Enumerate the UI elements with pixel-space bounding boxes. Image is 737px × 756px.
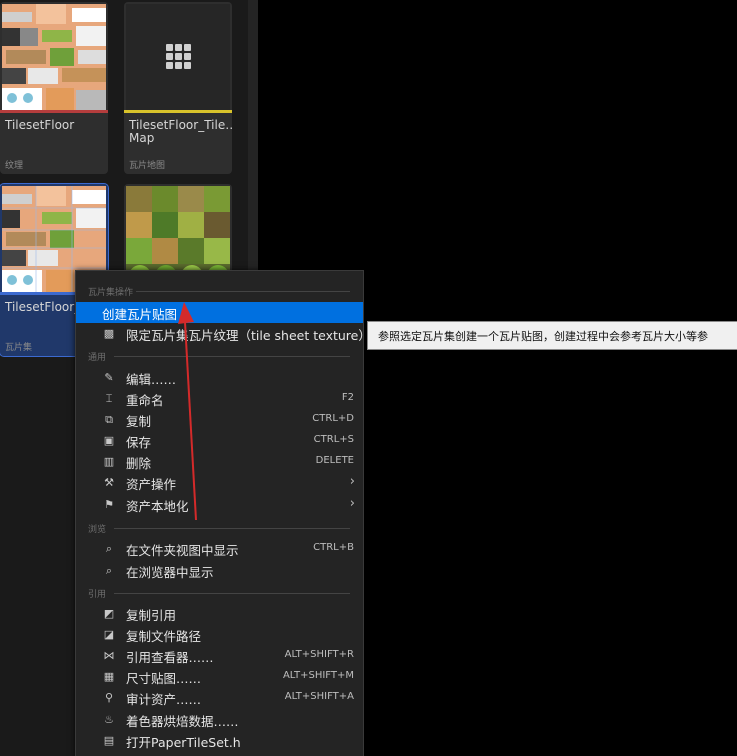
asset-type-label: 瓦片集: [5, 343, 33, 353]
tooltip: 参照选定瓦片集创建一个瓦片贴图，创建过程中会参考瓦片大小等参: [367, 321, 737, 350]
menu-item-save[interactable]: ▣ 保存 CTRL+S: [76, 430, 363, 451]
flag-icon: ⚑: [104, 498, 114, 511]
asset-type-label: 纹理: [5, 161, 24, 171]
menu-item-label: 着色器烘焙数据……: [126, 714, 239, 729]
menu-item-reference-viewer[interactable]: ⋈ 引用查看器…… ALT+SHIFT+R: [76, 645, 363, 666]
asset-type-bar: [124, 110, 232, 113]
menu-item-label: 审计资产……: [126, 692, 202, 707]
trash-icon: ▥: [103, 455, 115, 468]
menu-item-label: 限定瓦片集瓦片纹理（tile sheet texture）: [126, 328, 371, 343]
menu-item-label: 在浏览器中显示: [126, 565, 214, 580]
menu-item-rename[interactable]: ⌶ 重命名 F2: [76, 388, 363, 409]
menu-item-label: 引用查看器……: [126, 650, 214, 665]
reference-viewer-icon: ⋈: [103, 649, 115, 662]
duplicate-icon: ⧉: [105, 413, 113, 426]
menu-item-label: 在文件夹视图中显示: [126, 543, 239, 558]
section-header-browse: 浏览: [88, 525, 107, 535]
size-map-icon: ▦: [103, 670, 115, 683]
menu-item-label: 资产操作: [126, 477, 177, 492]
menu-item-copy-reference[interactable]: ◩ 复制引用: [76, 603, 363, 624]
menu-item-label: 复制引用: [126, 608, 177, 623]
folder-search-icon: ⌕: [105, 564, 113, 577]
audit-icon: ⚲: [104, 691, 114, 704]
shortcut-label: CTRL+B: [313, 542, 354, 553]
menu-item-open-source-file[interactable]: ▤ 打开PaperTileSet.h: [76, 730, 363, 751]
menu-item-label: 复制文件路径: [126, 629, 202, 644]
menu-item-limit-texture[interactable]: ▩ 限定瓦片集瓦片纹理（tile sheet texture）: [76, 323, 371, 344]
menu-item-label: 尺寸贴图……: [126, 671, 202, 686]
shortcut-label: DELETE: [315, 455, 354, 466]
menu-item-asset-localization[interactable]: ⚑ 资产本地化 ›: [76, 494, 363, 515]
asset-type-bar: [0, 110, 108, 113]
grid-icon: [166, 44, 192, 70]
screen: TilesetFloor 纹理 TilesetFloor_Tile… Map 瓦片…: [0, 0, 737, 756]
pencil-icon: ✎: [104, 371, 114, 384]
context-menu: 瓦片集操作 创建瓦片贴图 ▩ 限定瓦片集瓦片纹理（tile sheet text…: [75, 270, 371, 756]
tilemap-thumbnail: [126, 4, 230, 110]
shortcut-label: F2: [341, 392, 354, 403]
menu-item-label: 复制: [126, 414, 152, 429]
asset-type-label: 瓦片地图: [129, 161, 166, 171]
section-header-reference: 引用: [88, 590, 107, 600]
shortcut-label: CTRL+S: [313, 434, 354, 445]
menu-item-create-tile-map[interactable]: 创建瓦片贴图: [76, 302, 363, 323]
menu-item-edit[interactable]: ✎ 编辑……: [76, 367, 363, 388]
separator: [114, 356, 350, 357]
separator: [136, 291, 350, 292]
wrench-icon: ⚒: [104, 476, 114, 489]
copy-reference-icon: ◩: [103, 607, 115, 620]
rename-icon: ⌶: [105, 392, 113, 405]
asset-tile-texture[interactable]: TilesetFloor 纹理: [0, 2, 108, 174]
menu-item-duplicate[interactable]: ⧉ 复制 CTRL+D: [76, 409, 363, 430]
shortcut-label: CTRL+D: [312, 413, 354, 424]
menu-item-label: 编辑……: [126, 372, 177, 387]
shader-icon: ♨: [104, 713, 114, 726]
menu-item-label: 保存: [126, 435, 152, 450]
chevron-right-icon: ›: [349, 474, 355, 489]
menu-item-show-in-browser[interactable]: ⌕ 在浏览器中显示: [76, 560, 363, 581]
menu-item-label: 创建瓦片贴图: [102, 307, 178, 322]
menu-item-size-map[interactable]: ▦ 尺寸贴图…… ALT+SHIFT+M: [76, 666, 363, 687]
menu-item-delete[interactable]: ▥ 删除 DELETE: [76, 451, 363, 472]
asset-tile-tilemap[interactable]: TilesetFloor_Tile… Map 瓦片地图: [124, 2, 232, 174]
menu-item-label: 资产本地化: [126, 499, 189, 514]
menu-item-show-in-folder-view[interactable]: ⌕ 在文件夹视图中显示 CTRL+B: [76, 538, 363, 559]
menu-item-label: 重命名: [126, 393, 164, 408]
menu-item-label: 打开PaperTileSet.h: [126, 735, 241, 750]
menu-item-audit-assets[interactable]: ⚲ 审计资产…… ALT+SHIFT+A: [76, 687, 363, 708]
asset-name: TilesetFloor_Tile… Map: [129, 118, 232, 145]
section-header-tileset: 瓦片集操作: [88, 288, 134, 298]
menu-item-copy-file-path[interactable]: ◪ 复制文件路径: [76, 624, 363, 645]
separator: [114, 528, 350, 529]
menu-item-label: 删除: [126, 456, 152, 471]
menu-item-shader-cook-data[interactable]: ♨ 着色器烘焙数据……: [76, 709, 363, 730]
copy-path-icon: ◪: [103, 628, 115, 641]
menu-item-asset-actions[interactable]: ⚒ 资产操作 ›: [76, 472, 363, 493]
save-icon: ▣: [103, 434, 115, 447]
folder-search-icon: ⌕: [105, 542, 113, 555]
checker-icon: ▩: [103, 327, 115, 340]
chevron-right-icon: ›: [349, 496, 355, 511]
section-header-common: 通用: [88, 353, 107, 363]
asset-name: TilesetFloor: [5, 118, 75, 132]
code-file-icon: ▤: [103, 734, 115, 747]
shortcut-label: ALT+SHIFT+A: [284, 691, 354, 702]
separator: [114, 593, 350, 594]
texture-thumbnail: [2, 4, 106, 110]
shortcut-label: ALT+SHIFT+R: [284, 649, 354, 660]
shortcut-label: ALT+SHIFT+M: [282, 670, 354, 681]
